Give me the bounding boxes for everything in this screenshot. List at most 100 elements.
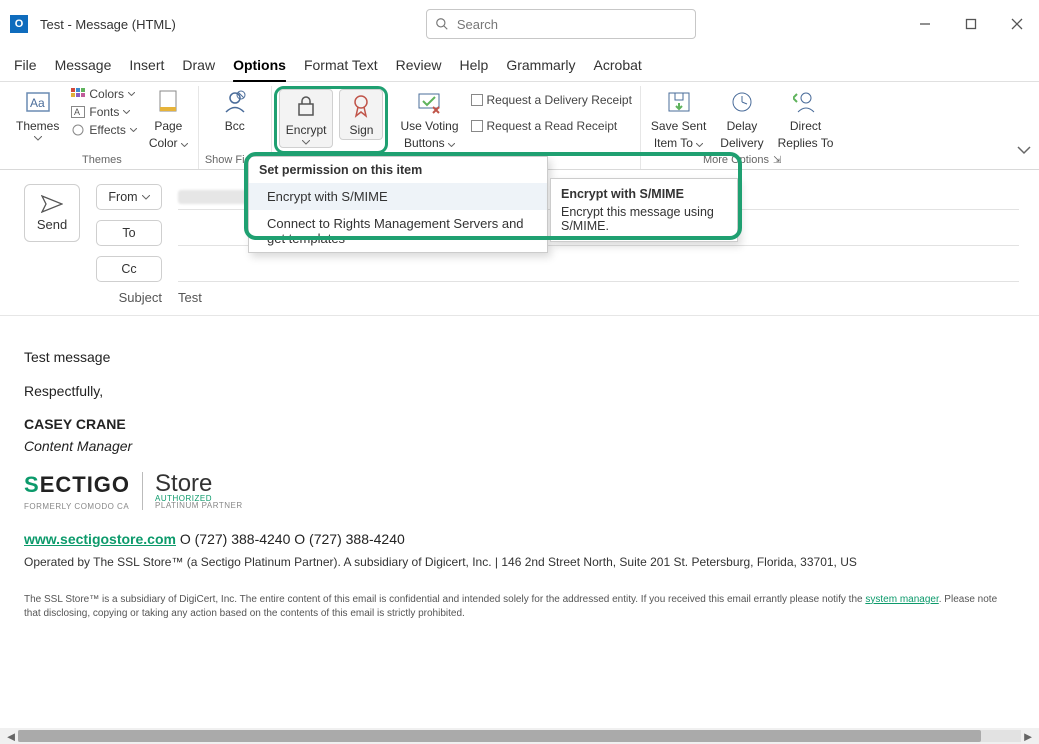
encrypt-permission-menu: Set permission on this item Encrypt with… — [248, 156, 548, 253]
chevron-down-icon — [448, 143, 455, 147]
tab-grammarly[interactable]: Grammarly — [506, 57, 575, 73]
group-label-more-options: More Options⇲ — [703, 154, 781, 169]
encrypt-button[interactable]: Encrypt — [279, 89, 334, 148]
chevron-down-icon — [142, 195, 150, 200]
permission-menu-header: Set permission on this item — [249, 157, 547, 183]
phone-numbers: O (727) 388-4240 O (727) 388-4240 — [176, 531, 405, 547]
themes-button[interactable]: Aa Themes — [12, 86, 63, 143]
from-button[interactable]: From — [96, 184, 162, 210]
disclaimer: The SSL Store™ is a subsidiary of DigiCe… — [24, 593, 1015, 621]
menu-item-connect-rms[interactable]: Connect to Rights Management Servers and… — [249, 210, 547, 252]
effects-button[interactable]: Effects — [69, 122, 138, 138]
website-link[interactable]: www.sectigostore.com — [24, 531, 176, 547]
body-line: Test message — [24, 348, 1015, 368]
chevron-down-icon — [181, 143, 188, 147]
tab-draw[interactable]: Draw — [182, 57, 215, 73]
subject-row: Subject Test — [0, 286, 1039, 316]
chevron-down-icon — [302, 140, 310, 145]
chevron-down-icon — [130, 128, 137, 132]
tab-acrobat[interactable]: Acrobat — [594, 57, 642, 73]
search-icon — [435, 17, 449, 31]
dialog-launcher-icon[interactable]: ⇲ — [773, 155, 781, 166]
system-manager-link[interactable]: system manager — [865, 594, 938, 605]
fonts-button[interactable]: A Fonts — [69, 104, 138, 120]
message-body[interactable]: Test message Respectfully, CASEY CRANE C… — [0, 316, 1039, 728]
fonts-icon: A — [71, 106, 85, 118]
checkbox-icon — [471, 94, 483, 106]
effects-icon — [71, 124, 85, 136]
request-delivery-receipt[interactable]: Request a Delivery Receipt — [469, 92, 634, 108]
send-button[interactable]: Send — [24, 184, 80, 242]
subject-field[interactable]: Test — [178, 290, 202, 305]
signature-name: CASEY CRANE — [24, 416, 126, 432]
request-read-receipt[interactable]: Request a Read Receipt — [469, 118, 634, 134]
search-placeholder: Search — [457, 17, 498, 32]
outlook-icon — [10, 14, 30, 34]
scroll-left-icon[interactable]: ◄ — [4, 729, 18, 744]
tab-format-text[interactable]: Format Text — [304, 57, 378, 73]
svg-text:A: A — [74, 107, 80, 117]
clock-icon — [729, 88, 755, 116]
window-title: Test - Message (HTML) — [40, 17, 176, 32]
colors-icon — [71, 88, 85, 100]
scroll-right-icon[interactable]: ► — [1021, 729, 1035, 744]
tab-message[interactable]: Message — [55, 57, 112, 73]
signature-title: Content Manager — [24, 438, 132, 454]
tab-options[interactable]: Options — [233, 57, 286, 73]
use-voting-buttons[interactable]: Use Voting Buttons — [396, 86, 462, 152]
group-more-options: Save Sent Item To Delay Delivery Direct … — [641, 86, 844, 169]
tab-help[interactable]: Help — [460, 57, 489, 73]
bcc-button[interactable]: Bcc — [213, 86, 257, 135]
chevron-down-icon — [128, 92, 135, 96]
store-logo: Store AUTHORIZED PLATINUM PARTNER — [155, 473, 243, 509]
direct-replies-to[interactable]: Direct Replies To — [774, 86, 838, 152]
group-label-themes: Themes — [82, 154, 122, 169]
colors-button[interactable]: Colors — [69, 86, 138, 102]
to-button[interactable]: To — [96, 220, 162, 246]
save-sent-item-to[interactable]: Save Sent Item To — [647, 86, 710, 152]
reply-person-icon — [793, 88, 819, 116]
minimize-button[interactable] — [909, 9, 941, 39]
address-line: Operated by The SSL Store™ (a Sectigo Pl… — [24, 554, 1015, 571]
voting-icon — [416, 88, 442, 116]
signature-logo: SECTIGO FORMERLY COMODO CA Store AUTHORI… — [24, 470, 1015, 512]
menu-item-encrypt-smime[interactable]: Encrypt with S/MIME — [249, 183, 547, 210]
horizontal-scrollbar[interactable]: ◄ ► — [0, 728, 1039, 744]
cc-button[interactable]: Cc — [96, 256, 162, 282]
menu-bar: File Message Insert Draw Options Format … — [0, 48, 1039, 82]
title-bar: Test - Message (HTML) Search — [0, 0, 1039, 48]
svg-text:Aa: Aa — [30, 96, 45, 110]
chevron-down-icon — [696, 143, 703, 147]
tooltip-body: Encrypt this message using S/MIME. — [561, 205, 727, 233]
divider — [142, 472, 143, 510]
tab-review[interactable]: Review — [396, 57, 442, 73]
maximize-button[interactable] — [955, 9, 987, 39]
search-box[interactable]: Search — [426, 9, 696, 39]
sign-button[interactable]: Sign — [339, 89, 383, 140]
delay-delivery[interactable]: Delay Delivery — [716, 86, 767, 152]
chevron-down-icon — [123, 110, 130, 114]
subject-label: Subject — [112, 290, 162, 305]
save-icon — [666, 88, 692, 116]
cc-field[interactable] — [178, 256, 1019, 282]
tab-file[interactable]: File — [14, 57, 37, 73]
collapse-ribbon-icon[interactable] — [1017, 146, 1031, 156]
ribbon-badge-icon — [350, 92, 372, 120]
bcc-icon — [222, 88, 248, 116]
checkbox-icon — [471, 120, 483, 132]
themes-icon: Aa — [25, 88, 51, 116]
send-icon — [41, 195, 63, 213]
tooltip-title: Encrypt with S/MIME — [561, 187, 727, 201]
window-controls — [909, 9, 1033, 39]
scroll-thumb[interactable] — [18, 730, 981, 742]
chevron-down-icon — [34, 136, 42, 141]
group-themes: Aa Themes Colors A Fonts — [6, 86, 199, 169]
scroll-track[interactable] — [18, 730, 1021, 742]
tab-insert[interactable]: Insert — [129, 57, 164, 73]
sectigo-logo: SECTIGO — [24, 470, 130, 501]
page-color-button[interactable]: PageColor — [145, 86, 192, 152]
lock-icon — [295, 92, 317, 120]
close-button[interactable] — [1001, 9, 1033, 39]
outlook-compose-window: Test - Message (HTML) Search File Messag… — [0, 0, 1039, 744]
page-color-icon — [156, 88, 180, 116]
